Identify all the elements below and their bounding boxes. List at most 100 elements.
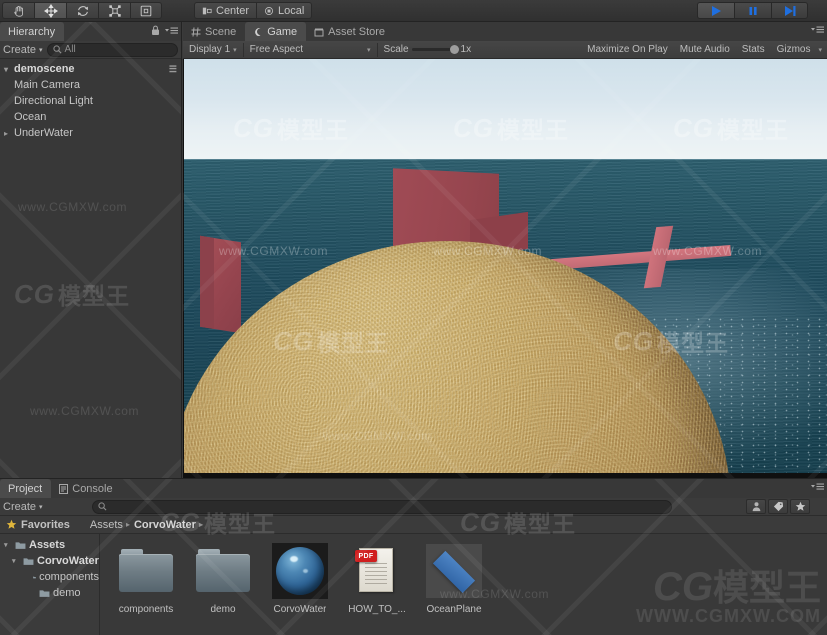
filter-by-type-button[interactable] bbox=[746, 499, 766, 514]
tab-project[interactable]: Project bbox=[0, 479, 52, 498]
aspect-dropdown[interactable]: Free Aspect bbox=[244, 42, 309, 58]
console-icon bbox=[59, 483, 69, 494]
rotate-icon bbox=[77, 5, 88, 16]
main-toolbar: Center Local bbox=[0, 0, 827, 22]
scale-slider[interactable] bbox=[411, 45, 459, 54]
material-sphere bbox=[276, 547, 324, 595]
folder-icon bbox=[15, 541, 26, 549]
underwater-expand-icon[interactable]: ▸ bbox=[4, 129, 14, 138]
breadcrumb-assets[interactable]: Assets ▸ bbox=[88, 519, 132, 531]
asset-label: OceanPlane bbox=[426, 604, 482, 615]
play-button[interactable] bbox=[697, 2, 734, 19]
hierarchy-item-main-camera[interactable]: Main Camera bbox=[0, 77, 181, 93]
watermark-zh: 模型王 bbox=[58, 283, 130, 309]
hamburger-icon[interactable] bbox=[811, 482, 824, 491]
asset-how-to-pdf[interactable]: PDF HOW_TO_... bbox=[343, 542, 411, 635]
maximize-label: Maximize On Play bbox=[587, 44, 668, 55]
pivot-mode-label: Center bbox=[216, 4, 250, 17]
tree-item-components[interactable]: components bbox=[0, 569, 99, 585]
breadcrumb-label: Assets bbox=[89, 518, 123, 531]
mute-audio-toggle[interactable]: Mute Audio bbox=[674, 42, 736, 58]
tab-console[interactable]: Console bbox=[51, 479, 121, 498]
tree-item-label: Assets bbox=[29, 539, 66, 551]
scene-expand-icon[interactable]: ▾ bbox=[4, 65, 14, 74]
folder-icon bbox=[119, 549, 173, 593]
tab-hierarchy-label: Hierarchy bbox=[8, 25, 56, 38]
hierarchy-toolbar: Create ▾ All bbox=[0, 41, 181, 59]
pause-button[interactable] bbox=[734, 2, 771, 19]
pivot-mode-button[interactable]: Center bbox=[194, 2, 257, 19]
display-dropdown[interactable]: Display 1 ▾ bbox=[183, 42, 243, 58]
tree-item-label: components bbox=[39, 571, 99, 583]
red-box-left-face bbox=[200, 235, 215, 330]
watermark-url: www.CGMXW.com bbox=[30, 404, 140, 418]
project-body: ▾ Assets ▾ CorvoWater components demo co… bbox=[0, 534, 827, 635]
hierarchy-item-ocean[interactable]: Ocean bbox=[0, 109, 181, 125]
project-tabrow: Project Console bbox=[0, 479, 827, 498]
tag-icon bbox=[773, 501, 783, 512]
tree-item-corvowater[interactable]: ▾ CorvoWater bbox=[0, 553, 99, 569]
hierarchy-tree: ▾ demoscene ☰ Main Camera Directional Li… bbox=[0, 59, 181, 141]
game-panel: Scene Game Asset Store Display 1 ▾ Free … bbox=[183, 22, 827, 478]
expand-icon[interactable]: ▾ bbox=[4, 541, 12, 549]
project-create-button[interactable]: Create ▾ bbox=[3, 501, 43, 513]
tree-item-assets[interactable]: ▾ Assets bbox=[0, 537, 99, 553]
asset-oceanplane-mesh[interactable]: OceanPlane bbox=[420, 542, 488, 635]
asset-corvowater-material[interactable]: CorvoWater bbox=[266, 542, 334, 635]
scale-control[interactable]: Scale 1x bbox=[378, 42, 478, 58]
game-view-toolbar: Display 1 ▾ Free Aspect ▾ Scale 1x Maxim… bbox=[183, 41, 827, 59]
mesh-plane bbox=[432, 550, 476, 594]
step-icon bbox=[784, 5, 795, 16]
favorites-item[interactable]: Favorites bbox=[0, 519, 76, 531]
filter-by-label-button[interactable] bbox=[768, 499, 788, 514]
scale-slider-knob[interactable] bbox=[449, 45, 459, 54]
maximize-on-play-toggle[interactable]: Maximize On Play bbox=[581, 42, 674, 58]
hierarchy-item-directional-light[interactable]: Directional Light bbox=[0, 93, 181, 109]
hierarchy-create-button[interactable]: Create ▾ bbox=[3, 44, 43, 56]
hierarchy-panel: Hierarchy Create ▾ All ▾ demoscene ☰ Mai… bbox=[0, 22, 182, 478]
hand-tool-button[interactable] bbox=[2, 2, 34, 19]
project-panel: Project Console Create ▾ Favorites Asset… bbox=[0, 478, 827, 635]
tab-hierarchy[interactable]: Hierarchy bbox=[0, 22, 65, 41]
material-preview-icon bbox=[272, 543, 328, 599]
game-view-viewport[interactable]: CG 模型王 CG 模型王 CG 模型王 CG 模型王 CG 模型王 www.C… bbox=[183, 59, 827, 478]
asset-components[interactable]: components bbox=[112, 542, 180, 635]
local-space-icon bbox=[265, 6, 274, 15]
filter-favorites-button[interactable] bbox=[790, 499, 810, 514]
move-tool-button[interactable] bbox=[34, 2, 66, 19]
rotate-tool-button[interactable] bbox=[66, 2, 98, 19]
tab-console-label: Console bbox=[72, 482, 113, 495]
scale-tool-button[interactable] bbox=[98, 2, 130, 19]
tree-item-demo[interactable]: demo bbox=[0, 585, 99, 601]
aspect-caret[interactable]: ▾ bbox=[361, 42, 377, 58]
rect-tool-button[interactable] bbox=[130, 2, 162, 19]
gizmos-dropdown[interactable]: Gizmos bbox=[771, 42, 817, 58]
stats-toggle[interactable]: Stats bbox=[736, 42, 771, 58]
hamburger-icon[interactable] bbox=[165, 26, 178, 35]
hierarchy-item-label: Directional Light bbox=[14, 95, 93, 107]
project-search-input[interactable] bbox=[91, 499, 672, 514]
lock-icon[interactable] bbox=[151, 25, 160, 36]
hierarchy-create-label: Create bbox=[3, 43, 37, 56]
tab-asset-store[interactable]: Asset Store bbox=[306, 22, 394, 41]
hamburger-icon[interactable] bbox=[811, 25, 824, 34]
hierarchy-scene-row[interactable]: ▾ demoscene ☰ bbox=[0, 61, 181, 77]
expand-icon[interactable]: ▾ bbox=[12, 557, 20, 565]
pause-icon bbox=[749, 6, 757, 15]
step-button[interactable] bbox=[771, 2, 808, 19]
space-mode-button[interactable]: Local bbox=[256, 2, 313, 19]
hierarchy-item-underwater[interactable]: ▸ UnderWater bbox=[0, 125, 181, 141]
scale-value: 1x bbox=[460, 44, 472, 55]
folder-icon bbox=[33, 576, 36, 578]
hierarchy-search-input[interactable]: All bbox=[46, 42, 178, 57]
tab-game[interactable]: Game bbox=[245, 22, 307, 41]
space-mode-label: Local bbox=[278, 4, 305, 17]
chevron-down-icon: ▾ bbox=[39, 46, 43, 54]
gizmos-caret[interactable]: ▾ bbox=[816, 42, 827, 58]
scene-menu-icon[interactable]: ☰ bbox=[169, 64, 177, 75]
asset-demo[interactable]: demo bbox=[189, 542, 257, 635]
tree-item-label: demo bbox=[53, 587, 81, 599]
breadcrumb-corvowater[interactable]: CorvoWater ▸ bbox=[132, 519, 205, 531]
chevron-down-icon: ▾ bbox=[818, 46, 822, 54]
tab-scene[interactable]: Scene bbox=[183, 22, 245, 41]
